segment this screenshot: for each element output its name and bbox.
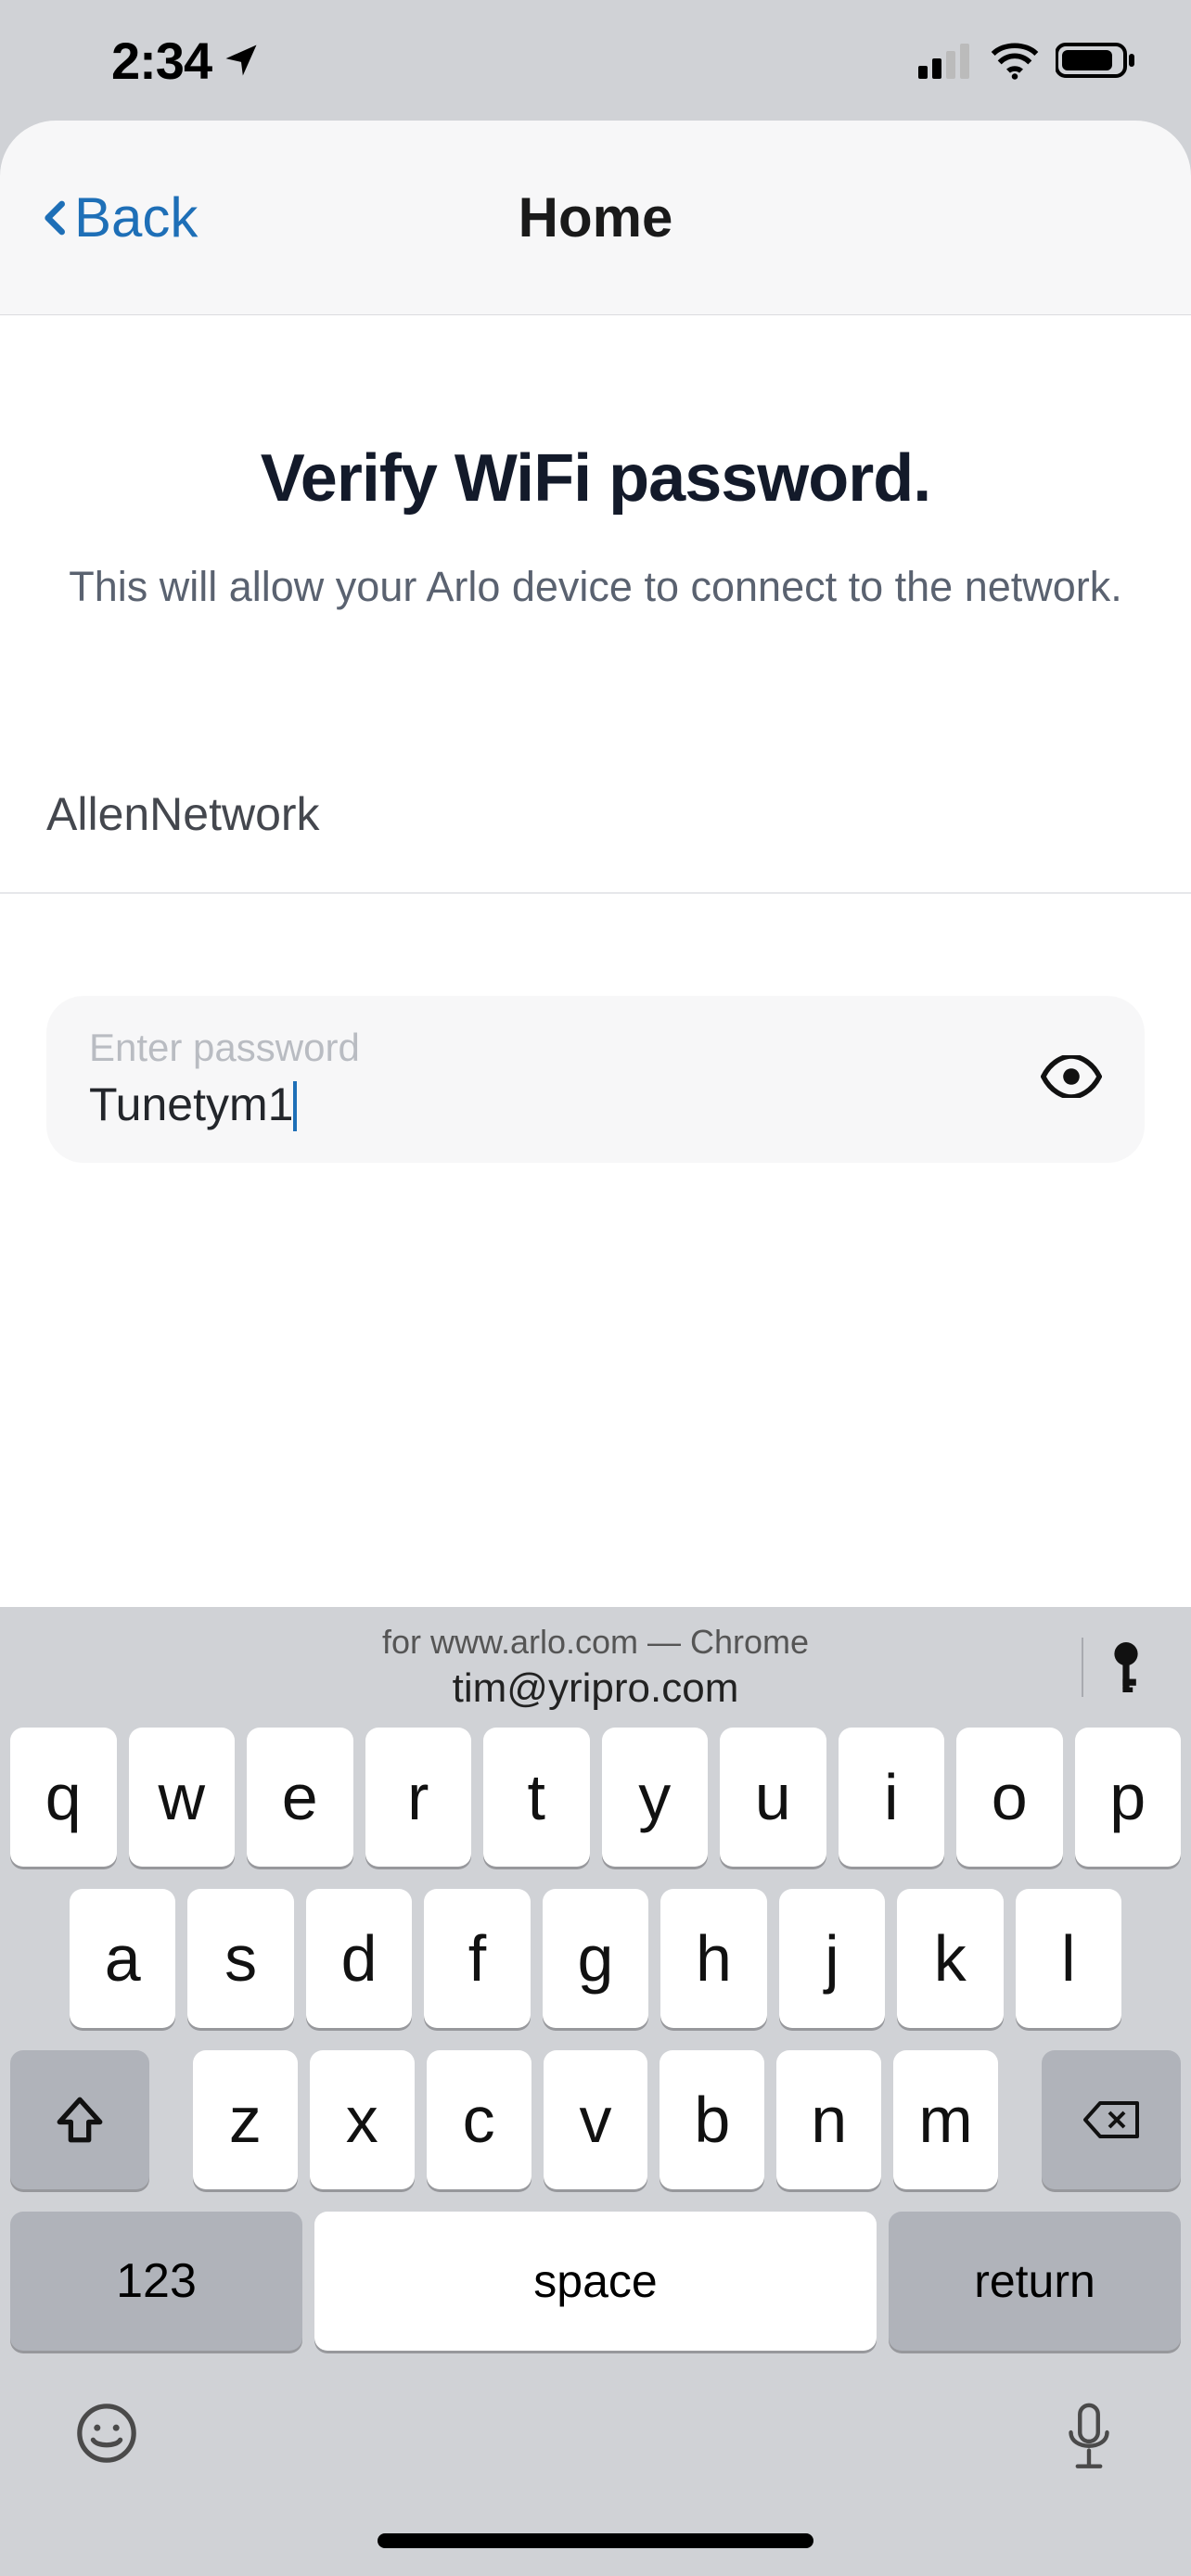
key-m[interactable]: m	[893, 2050, 998, 2189]
key-z[interactable]: z	[193, 2050, 298, 2189]
battery-icon	[1056, 41, 1135, 80]
network-row: AllenNetwork	[0, 787, 1191, 894]
status-bar: 2:34	[0, 0, 1191, 121]
password-field[interactable]: Enter password Tunetym1	[46, 996, 1145, 1163]
key-u[interactable]: u	[720, 1728, 826, 1867]
network-name: AllenNetwork	[46, 787, 1145, 841]
status-time: 2:34	[111, 31, 211, 91]
key-q[interactable]: q	[10, 1728, 117, 1867]
key-d[interactable]: d	[306, 1889, 412, 2028]
key-n[interactable]: n	[776, 2050, 881, 2189]
emoji-key-icon[interactable]	[74, 2401, 139, 2466]
key-w[interactable]: w	[129, 1728, 236, 1867]
key-k[interactable]: k	[897, 1889, 1003, 2028]
key-f[interactable]: f	[424, 1889, 530, 2028]
page-headline: Verify WiFi password.	[0, 440, 1191, 516]
backspace-icon	[1081, 2098, 1142, 2142]
password-placeholder: Enter password	[89, 1026, 1041, 1070]
password-value: Tunetym1	[89, 1078, 293, 1131]
key-v[interactable]: v	[544, 2050, 648, 2189]
key-h[interactable]: h	[660, 1889, 766, 2028]
nav-bar: Back Home	[0, 121, 1191, 315]
dictation-key-icon[interactable]	[1061, 2401, 1117, 2473]
key-g[interactable]: g	[543, 1889, 648, 2028]
back-label: Back	[74, 185, 198, 249]
numbers-key[interactable]: 123	[10, 2212, 302, 2351]
backspace-key[interactable]	[1042, 2050, 1181, 2189]
passwords-key-icon[interactable]	[1106, 1642, 1146, 1692]
home-indicator[interactable]	[378, 2533, 813, 2548]
back-button[interactable]: Back	[37, 185, 198, 249]
divider	[1082, 1638, 1083, 1697]
keyboard-row-4: 123 space return	[0, 2212, 1191, 2351]
key-y[interactable]: y	[602, 1728, 709, 1867]
autofill-bar[interactable]: for www.arlo.com — Chrome tim@yripro.com	[0, 1607, 1191, 1728]
key-r[interactable]: r	[365, 1728, 472, 1867]
keyboard-footer	[0, 2373, 1191, 2576]
keyboard-row-1: q w e r t y u i o p	[0, 1728, 1191, 1867]
key-c[interactable]: c	[427, 2050, 531, 2189]
key-e[interactable]: e	[247, 1728, 353, 1867]
key-j[interactable]: j	[779, 1889, 885, 2028]
chevron-left-icon	[37, 199, 74, 236]
show-password-button[interactable]	[1041, 1055, 1102, 1103]
key-a[interactable]: a	[70, 1889, 175, 2028]
shift-icon	[53, 2093, 107, 2147]
text-cursor	[293, 1081, 297, 1131]
key-s[interactable]: s	[187, 1889, 293, 2028]
key-i[interactable]: i	[839, 1728, 945, 1867]
page-subhead: This will allow your Arlo device to conn…	[0, 563, 1191, 611]
shift-key[interactable]	[10, 2050, 149, 2189]
keyboard-row-3: z x c v b n m	[0, 2050, 1191, 2189]
key-t[interactable]: t	[483, 1728, 590, 1867]
key-p[interactable]: p	[1075, 1728, 1182, 1867]
cellular-icon	[918, 42, 974, 79]
content-area: Verify WiFi password. This will allow yo…	[0, 315, 1191, 1607]
keyboard-row-2: a s d f g h j k l	[0, 1889, 1191, 2028]
autofill-context: for www.arlo.com — Chrome	[382, 1623, 809, 1662]
eye-icon	[1041, 1055, 1102, 1098]
key-l[interactable]: l	[1016, 1889, 1121, 2028]
wifi-icon	[989, 41, 1041, 80]
autofill-account: tim@yripro.com	[453, 1665, 739, 1712]
key-b[interactable]: b	[660, 2050, 764, 2189]
key-o[interactable]: o	[956, 1728, 1063, 1867]
keyboard: for www.arlo.com — Chrome tim@yripro.com…	[0, 1607, 1191, 2576]
return-key[interactable]: return	[889, 2212, 1181, 2351]
space-key[interactable]: space	[314, 2212, 877, 2351]
location-icon	[221, 40, 262, 81]
key-x[interactable]: x	[310, 2050, 415, 2189]
